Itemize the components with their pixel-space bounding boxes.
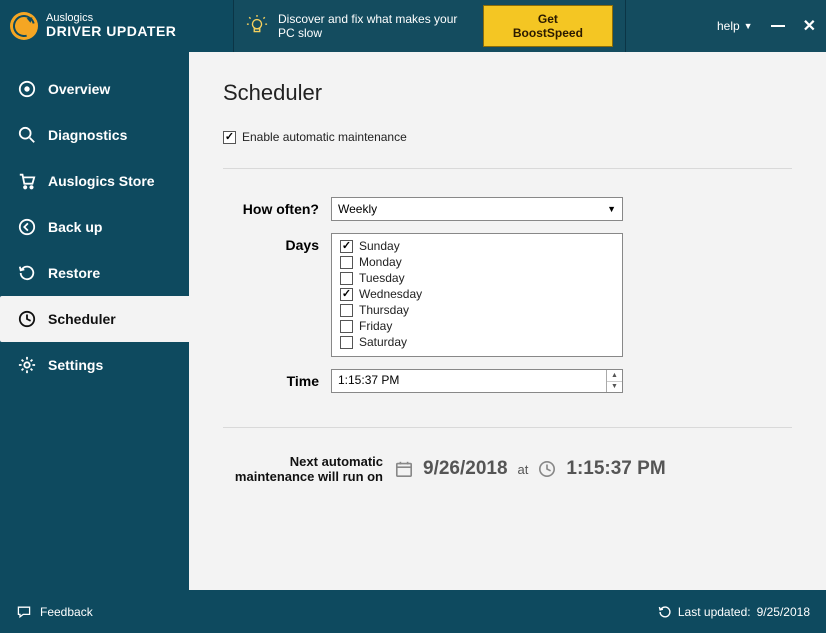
- content-panel: Scheduler Enable automatic maintenance H…: [189, 52, 826, 590]
- restore-icon: [18, 264, 36, 282]
- close-icon[interactable]: ✕: [803, 16, 816, 36]
- enable-maintenance-label: Enable automatic maintenance: [242, 130, 407, 144]
- help-label: help: [717, 19, 740, 33]
- day-wednesday-checkbox[interactable]: [340, 288, 353, 301]
- back-arrow-icon: [18, 218, 36, 236]
- time-value: 1:15:37 PM: [332, 370, 606, 392]
- brand-line2: DRIVER UPDATER: [46, 24, 176, 39]
- page-title: Scheduler: [223, 80, 792, 106]
- how-often-select[interactable]: Weekly ▼: [331, 197, 623, 221]
- gear-icon: [18, 356, 36, 374]
- day-label: Tuesday: [359, 271, 405, 285]
- search-icon: [18, 126, 36, 144]
- sidebar: Overview Diagnostics Auslogics Store Bac…: [0, 52, 189, 590]
- day-saturday-checkbox[interactable]: [340, 336, 353, 349]
- calendar-icon: [395, 460, 413, 478]
- days-list: Sunday Monday Tuesday Wednesday Thursday…: [331, 233, 623, 357]
- promo-bar: Discover and fix what makes your PC slow…: [233, 0, 626, 52]
- speech-bubble-icon: [16, 604, 32, 620]
- last-updated-value: 9/25/2018: [757, 605, 810, 619]
- day-monday-checkbox[interactable]: [340, 256, 353, 269]
- day-label: Monday: [359, 255, 402, 269]
- last-updated-label: Last updated:: [678, 605, 751, 619]
- day-friday-checkbox[interactable]: [340, 320, 353, 333]
- sidebar-item-settings[interactable]: Settings: [0, 342, 189, 388]
- day-sunday-checkbox[interactable]: [340, 240, 353, 253]
- sidebar-item-store[interactable]: Auslogics Store: [0, 158, 189, 204]
- sidebar-item-label: Overview: [48, 81, 110, 97]
- help-menu[interactable]: help ▼: [717, 19, 753, 33]
- time-label: Time: [223, 369, 331, 389]
- day-thursday-checkbox[interactable]: [340, 304, 353, 317]
- how-often-value: Weekly: [338, 202, 377, 216]
- time-input[interactable]: 1:15:37 PM ▲ ▼: [331, 369, 623, 393]
- sidebar-item-scheduler[interactable]: Scheduler: [0, 296, 189, 342]
- sidebar-item-restore[interactable]: Restore: [0, 250, 189, 296]
- minimize-icon[interactable]: [771, 25, 785, 27]
- clock-icon: [538, 460, 556, 478]
- next-run-date: 9/26/2018: [423, 458, 508, 480]
- next-run-label: Next automatic maintenance will run on: [223, 454, 383, 484]
- how-often-label: How often?: [223, 197, 331, 217]
- day-label: Friday: [359, 319, 392, 333]
- bulb-icon: [246, 15, 268, 37]
- sidebar-item-diagnostics[interactable]: Diagnostics: [0, 112, 189, 158]
- sidebar-item-label: Settings: [48, 357, 103, 373]
- day-label: Saturday: [359, 335, 407, 349]
- chevron-down-icon: ▼: [744, 21, 753, 31]
- get-boostspeed-button[interactable]: Get BoostSpeed: [483, 5, 613, 47]
- last-updated: Last updated: 9/25/2018: [658, 605, 810, 619]
- promo-text: Discover and fix what makes your PC slow: [278, 12, 473, 41]
- day-label: Wednesday: [359, 287, 422, 301]
- at-label: at: [518, 462, 529, 477]
- cart-icon: [18, 172, 36, 190]
- day-label: Thursday: [359, 303, 409, 317]
- sidebar-item-label: Scheduler: [48, 311, 116, 327]
- feedback-label: Feedback: [40, 605, 93, 619]
- day-label: Sunday: [359, 239, 400, 253]
- brand: Auslogics DRIVER UPDATER: [0, 0, 233, 52]
- time-down-button[interactable]: ▼: [607, 382, 622, 393]
- days-label: Days: [223, 233, 331, 253]
- brand-logo-icon: [10, 12, 38, 40]
- sidebar-item-overview[interactable]: Overview: [0, 66, 189, 112]
- sidebar-item-label: Restore: [48, 265, 100, 281]
- chevron-down-icon: ▼: [607, 204, 616, 214]
- clock-icon: [18, 310, 36, 328]
- sidebar-item-label: Diagnostics: [48, 127, 127, 143]
- refresh-icon: [658, 605, 672, 619]
- time-up-button[interactable]: ▲: [607, 370, 622, 382]
- sidebar-item-label: Back up: [48, 219, 102, 235]
- sidebar-item-backup[interactable]: Back up: [0, 204, 189, 250]
- enable-maintenance-checkbox[interactable]: [223, 131, 236, 144]
- target-icon: [18, 80, 36, 98]
- feedback-link[interactable]: Feedback: [16, 604, 93, 620]
- day-tuesday-checkbox[interactable]: [340, 272, 353, 285]
- divider: [223, 168, 792, 169]
- sidebar-item-label: Auslogics Store: [48, 173, 155, 189]
- next-run-time: 1:15:37 PM: [566, 458, 665, 480]
- divider: [223, 427, 792, 428]
